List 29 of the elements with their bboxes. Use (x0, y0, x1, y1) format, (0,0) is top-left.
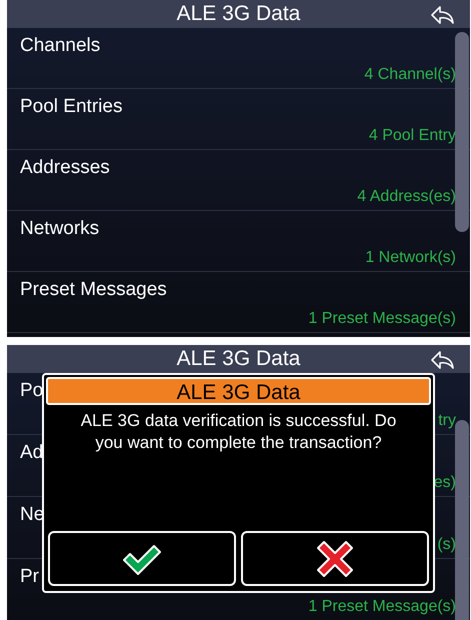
item-label: Addresses (20, 157, 110, 179)
item-value: 4 Channel(s) (364, 66, 456, 84)
item-value: 1 Preset Message(s) (308, 598, 456, 616)
item-label: Po (20, 380, 44, 402)
dialog-title: ALE 3G Data (46, 377, 431, 405)
back-icon[interactable] (430, 350, 456, 370)
cancel-button[interactable] (241, 531, 429, 586)
item-label: Pool Entries (20, 96, 122, 118)
item-value: 1 Network(s) (365, 249, 456, 267)
item-label: Preset Messages (20, 279, 167, 301)
confirm-button[interactable] (48, 531, 236, 586)
dialog-message: ALE 3G data verification is successful. Do you want to complete the transaction? (80, 410, 398, 454)
item-value: 4 Pool Entry (368, 127, 456, 145)
screen-title: ALE 3G Data (176, 2, 300, 26)
item-label: Pr (20, 566, 39, 588)
list-item[interactable]: Preset Messages 1 Preset Message(s) (7, 272, 470, 333)
item-label: Ad (20, 442, 44, 464)
item-label: Networks (20, 218, 100, 240)
item-value: (s) (437, 536, 456, 554)
back-icon[interactable] (430, 5, 456, 25)
scrollbar-thumb[interactable] (455, 420, 469, 620)
item-value: try (438, 412, 456, 430)
item-value: 4 Address(es) (357, 188, 456, 206)
cross-icon (316, 540, 354, 578)
screen-title: ALE 3G Data (176, 347, 300, 371)
item-value: 1 Preset Message(s) (308, 310, 456, 328)
scrollbar-thumb[interactable] (455, 32, 469, 232)
item-label: Channels (20, 35, 100, 57)
item-value: es) (434, 474, 456, 492)
